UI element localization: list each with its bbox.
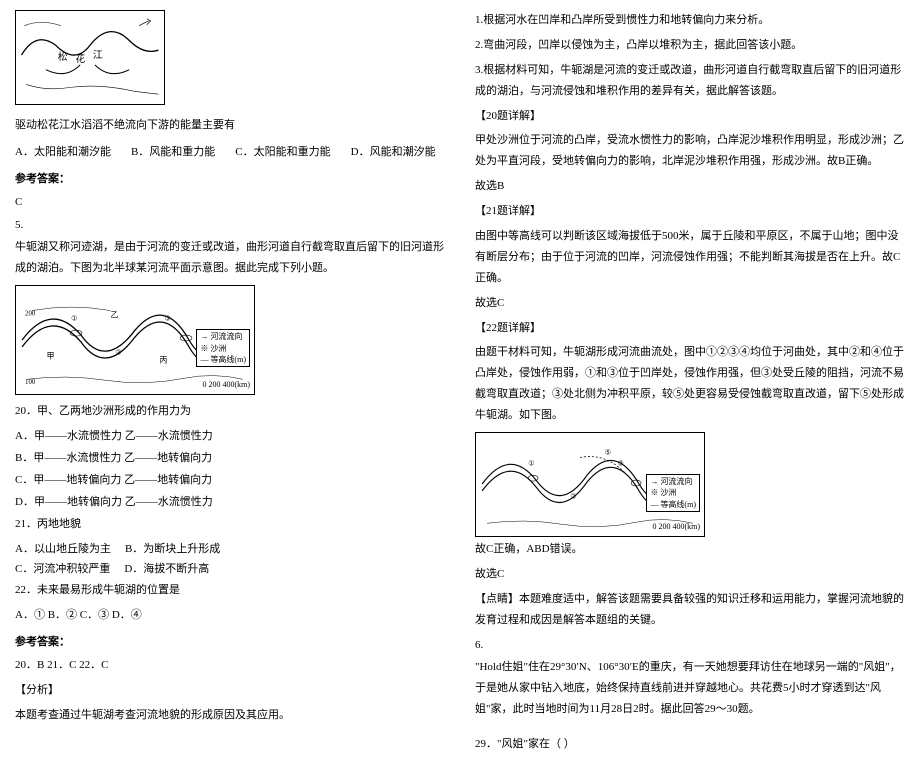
result-22b: 故选C	[475, 564, 905, 585]
detail-20-heading: 【20题详解】	[475, 106, 905, 127]
answer-c: C	[15, 192, 445, 213]
legend-sandbar: ※ 沙洲	[200, 343, 246, 354]
point-1: 1.根据河水在凹岸和凸岸所受到惯性力和地转偏向力来分析。	[475, 10, 905, 31]
ref-answer-label: 参考答案：	[15, 169, 445, 190]
svg-text:③: ③	[164, 315, 170, 323]
q20-d: D．甲——地转偏向力 乙——水流惯性力	[15, 492, 445, 513]
legend-sandbar-2: ※ 沙洲	[650, 487, 696, 498]
opt-a: A．太阳能和潮汐能	[15, 142, 111, 163]
legend-contour: — 等高线(m)	[200, 354, 246, 365]
oxbow-intro: 牛轭湖又称河迹湖，是由于河流的变迁或改道，曲形河道自行截弯取直后留下的旧河道形成…	[15, 237, 445, 279]
svg-text:100: 100	[25, 379, 36, 386]
select-21: 故选C	[475, 293, 905, 314]
opt-c: C．太阳能和重力能	[235, 142, 330, 163]
svg-text:②: ②	[115, 349, 121, 357]
svg-text:⑤: ⑤	[605, 449, 611, 457]
q22-opts: A．① B．② C．③ D．④	[15, 605, 445, 626]
tips: 【点睛】本题难度适中，解答该题需要具备较强的知识迁移和运用能力，掌握河流地貌的发…	[475, 589, 905, 631]
answers-20-22: 20．B 21．C 22．C	[15, 655, 445, 676]
detail-22-heading: 【22题详解】	[475, 318, 905, 339]
q20-c: C．甲——地转偏向力 乙——地转偏向力	[15, 470, 445, 491]
q20-b: B．甲——水流惯性力 乙——地转偏向力	[15, 448, 445, 469]
q29: 29．"风姐"家在（ ）	[475, 734, 905, 755]
meander-diagram-2: ⑤ ② ① ③ ④ → 河流流向 ※ 沙洲 — 等高线(m) 0 200 400…	[475, 432, 705, 537]
legend-flow-2: → 河流流向	[650, 476, 696, 487]
svg-text:③: ③	[617, 459, 623, 467]
detail-21-heading: 【21题详解】	[475, 201, 905, 222]
analysis-text: 本题考查通过牛轭湖考查河流地貌的形成原因及其应用。	[15, 705, 445, 726]
meander-diagram-1: 甲 乙 丙 ① ② ③ ④ 100 200 → 河流流向 ※ 沙洲 — 等高线(…	[15, 285, 255, 395]
analysis-heading: 【分析】	[15, 680, 445, 701]
q21-row2: C．河流冲积较严重 D．海拔不断升高	[15, 559, 445, 580]
detail-22-text: 由题干材料可知，牛轭湖形成河流曲流处，图中①②③④均位于河曲处，其中②和④位于凸…	[475, 342, 905, 426]
svg-text:①: ①	[71, 315, 77, 323]
q21-row1: A．以山地丘陵为主 B．为断块上升形成	[15, 539, 445, 560]
svg-text:乙: 乙	[110, 311, 118, 320]
result-22a: 故C正确，ABD错误。	[475, 539, 905, 560]
legend-flow: → 河流流向	[200, 331, 246, 342]
q20-a: A．甲——水流惯性力 乙——水流惯性力	[15, 426, 445, 447]
opt-d: D．风能和潮汐能	[351, 142, 436, 163]
river-map-svg: 松 花 江	[16, 11, 164, 104]
scale-2: 0 200 400(km)	[652, 519, 700, 534]
q21-c: C．河流冲积较严重	[15, 559, 110, 580]
right-column: 1.根据河水在凹岸和凸岸所受到惯性力和地转偏向力来分析。 2.弯曲河段，凹岸以侵…	[475, 10, 905, 759]
svg-text:①: ①	[528, 459, 534, 467]
svg-text:松: 松	[58, 50, 68, 63]
detail-20-text: 甲处沙洲位于河流的凸岸，受流水惯性力的影响，凸岸泥沙堆积作用明显，形成沙洲；乙处…	[475, 130, 905, 172]
legend-2: → 河流流向 ※ 沙洲 — 等高线(m)	[646, 474, 700, 512]
svg-text:200: 200	[25, 311, 36, 318]
legend-1: → 河流流向 ※ 沙洲 — 等高线(m)	[196, 329, 250, 367]
q21-a: A．以山地丘陵为主	[15, 539, 111, 560]
scale-1: 0 200 400(km)	[202, 377, 250, 392]
point-3: 3.根据材料可知，牛轭湖是河流的变迁或改道，曲形河道自行截弯取直后留下的旧河道形…	[475, 60, 905, 102]
q5-number: 5.	[15, 215, 445, 236]
svg-text:甲: 甲	[47, 352, 55, 361]
hold-sister-text: "Hold住姐"住在29°30′N、106°30′E的重庆，有一天她想要拜访住在…	[475, 657, 905, 720]
q22: 22．未来最易形成牛轭湖的位置是	[15, 580, 445, 601]
svg-text:②: ②	[570, 493, 576, 501]
spacer	[475, 724, 905, 734]
legend-contour-2: — 等高线(m)	[650, 499, 696, 510]
detail-21-text: 由图中等高线可以判断该区域海拔低于500米，属于丘陵和平原区，不属于山地；图中没…	[475, 226, 905, 289]
songhua-map: 松 花 江	[15, 10, 165, 105]
energy-options: A．太阳能和潮汐能 B．风能和重力能 C．太阳能和重力能 D．风能和潮汐能	[15, 142, 445, 163]
select-20: 故选B	[475, 176, 905, 197]
point-2: 2.弯曲河段，凹岸以侵蚀为主，凸岸以堆积为主，据此回答该小题。	[475, 35, 905, 56]
q21: 21．丙地地貌	[15, 514, 445, 535]
svg-text:丙: 丙	[160, 356, 168, 365]
q20-options: A．甲——水流惯性力 乙——水流惯性力 B．甲——水流惯性力 乙——地转偏向力 …	[15, 426, 445, 513]
left-column: 松 花 江 驱动松花江水滔滔不绝流向下游的能量主要有 A．太阳能和潮汐能 B．风…	[15, 10, 445, 759]
q21-d: D．海拔不断升高	[124, 559, 209, 580]
svg-text:花: 花	[75, 52, 85, 65]
opt-b: B．风能和重力能	[131, 142, 215, 163]
q20: 20．甲、乙两地沙洲形成的作用力为	[15, 401, 445, 422]
q21-b: B．为断块上升形成	[125, 539, 220, 560]
ref-answer-label-2: 参考答案：	[15, 632, 445, 653]
q6-number: 6.	[475, 635, 905, 656]
energy-question: 驱动松花江水滔滔不绝流向下游的能量主要有	[15, 115, 445, 136]
svg-text:江: 江	[93, 49, 103, 61]
